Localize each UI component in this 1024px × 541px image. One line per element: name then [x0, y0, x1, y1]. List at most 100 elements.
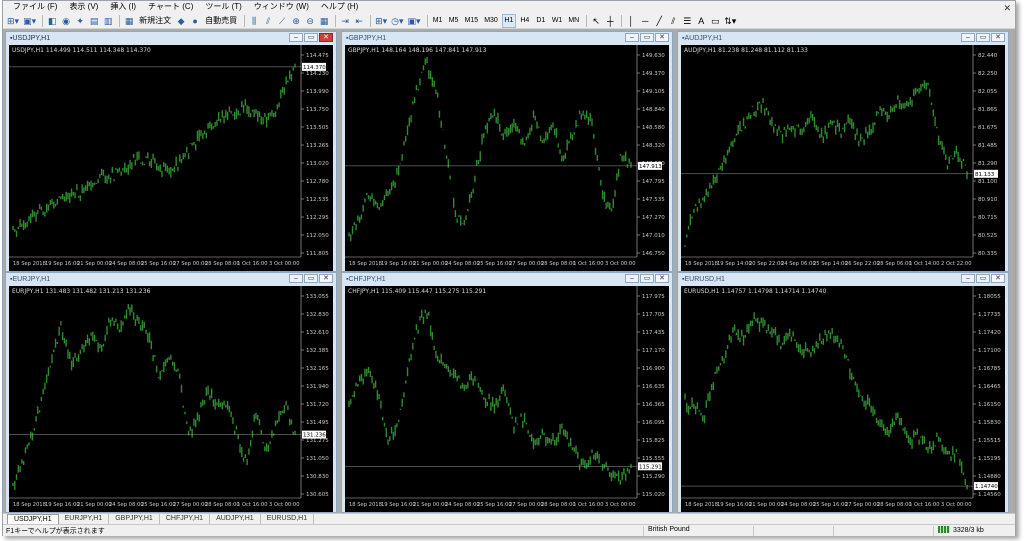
- navigator-icon[interactable]: ✦: [74, 14, 86, 28]
- data-window-icon[interactable]: ◉: [60, 14, 72, 28]
- close-icon[interactable]: ✕: [319, 274, 333, 283]
- chart-titlebar[interactable]: ▪ USDJPY,H1: [6, 32, 336, 44]
- timeframe-h4[interactable]: H4: [518, 14, 532, 28]
- timeframe-m1[interactable]: M1: [431, 14, 445, 28]
- restore-icon[interactable]: ▭: [304, 274, 318, 283]
- terminal-icon[interactable]: ▤: [88, 14, 100, 28]
- auto-trading-button[interactable]: 自動売買: [203, 14, 239, 28]
- timeframe-m15[interactable]: M15: [463, 14, 481, 28]
- horizontal-line-icon[interactable]: ─: [639, 14, 651, 28]
- new-chart-icon[interactable]: ⊞▾: [6, 14, 20, 28]
- timeframe-m30[interactable]: M30: [482, 14, 500, 28]
- tab-eurusd[interactable]: EURUSD,H1: [261, 514, 315, 524]
- price-chart[interactable]: 114.475 114.230 113.990 113.750 113.505 113.2…: [9, 45, 333, 271]
- price-chart[interactable]: 1.18055 1.17735 1.17420 1.17100 1.16785 1.164…: [681, 286, 1005, 512]
- chart-svg: 114.475 114.230 113.990 113.750 113.505 113.2…: [9, 45, 329, 267]
- chart-window-eurusd[interactable]: ▪ EURUSD,H1– ▭ ✕ 1.18055 1.17735 1.17420 1.171…: [677, 272, 1009, 513]
- tab-gbpjpy[interactable]: GBPJPY,H1: [109, 514, 160, 524]
- periods-icon[interactable]: ◷▾: [390, 14, 404, 28]
- minimize-icon[interactable]: –: [289, 274, 303, 283]
- templates-icon[interactable]: ▣▾: [407, 14, 422, 28]
- time-tick-label: 21 Sep 00:00: [77, 502, 112, 508]
- equidistant-channel-icon[interactable]: ⫽: [667, 14, 679, 28]
- restore-icon[interactable]: ▭: [976, 33, 990, 42]
- bar-chart-icon[interactable]: ⫼: [248, 14, 260, 28]
- market-watch-icon[interactable]: ◧: [46, 14, 58, 28]
- cursor-icon[interactable]: ↖: [590, 14, 602, 28]
- timeframe-w1[interactable]: W1: [550, 14, 565, 28]
- profiles-icon[interactable]: ▣▾: [22, 14, 37, 28]
- candlestick-icon[interactable]: ⫽: [262, 14, 274, 28]
- restore-icon[interactable]: ▭: [640, 33, 654, 42]
- close-icon[interactable]: ✕: [319, 33, 333, 42]
- price-chart[interactable]: 133.055 132.830 132.610 132.385 132.165 131.9…: [9, 286, 333, 512]
- chart-window-audjpy[interactable]: ▪ AUDJPY,H1– ▭ ✕ 82.440 82.250 82.055 81.865 81…: [677, 31, 1009, 272]
- chart-titlebar[interactable]: ▪ AUDJPY,H1: [678, 32, 1008, 44]
- tab-usdjpy[interactable]: USDJPY,H1: [7, 514, 59, 524]
- chart-window-eurjpy[interactable]: ▪ EURJPY,H1– ▭ ✕ 133.055 132.830 132.610 132.3…: [5, 272, 337, 513]
- auto-trading-icon[interactable]: ●: [189, 14, 201, 28]
- chart-window-chfjpy[interactable]: ▪ CHFJPY,H1– ▭ ✕ 117.975 117.705 117.435 117.1…: [341, 272, 673, 513]
- text-tool-icon[interactable]: A: [695, 14, 707, 28]
- toolbar-divider: [621, 14, 623, 27]
- menu-tools[interactable]: ツール (T): [199, 1, 247, 13]
- minimize-icon[interactable]: –: [961, 33, 975, 42]
- close-icon[interactable]: ✕: [991, 33, 1005, 42]
- chart-shift-icon[interactable]: ⇤: [353, 14, 365, 28]
- zoom-in-icon[interactable]: ⊕: [290, 14, 302, 28]
- timeframe-m5[interactable]: M5: [447, 14, 461, 28]
- menu-charts[interactable]: チャート (C): [142, 1, 199, 13]
- price-tick-label: 116.900: [642, 366, 665, 372]
- tab-chfjpy[interactable]: CHFJPY,H1: [160, 514, 211, 524]
- metaeditor-icon[interactable]: ◆: [175, 14, 187, 28]
- price-tick-label: 115.290: [642, 474, 665, 480]
- autoscroll-icon[interactable]: ⇥: [339, 14, 351, 28]
- zoom-out-icon[interactable]: ⊖: [304, 14, 316, 28]
- price-chart[interactable]: 117.975 117.705 117.435 117.170 116.900 116.6…: [345, 286, 669, 512]
- menu-insert[interactable]: 挿入 (I): [104, 1, 142, 13]
- minimize-icon[interactable]: –: [625, 33, 639, 42]
- vertical-line-icon[interactable]: │: [625, 14, 637, 28]
- new-order-button[interactable]: 新規注文: [137, 14, 173, 28]
- arrows-tool-icon[interactable]: ⇅▾: [723, 14, 737, 28]
- label-tool-icon[interactable]: ▭: [709, 14, 721, 28]
- chart-window-usdjpy[interactable]: ▪ USDJPY,H1– ▭ ✕ 114.475 114.230 113.990 113.7…: [5, 31, 337, 272]
- minimize-icon[interactable]: –: [289, 33, 303, 42]
- menu-window[interactable]: ウィンドウ (W): [248, 1, 315, 13]
- chart-titlebar[interactable]: ▪ GBPJPY,H1: [342, 32, 672, 44]
- trendline-icon[interactable]: ╱: [653, 14, 665, 28]
- fibonacci-icon[interactable]: ☰: [681, 14, 693, 28]
- tab-eurjpy[interactable]: EURJPY,H1: [59, 514, 110, 524]
- minimize-icon[interactable]: –: [625, 274, 639, 283]
- restore-icon[interactable]: ▭: [640, 274, 654, 283]
- tile-windows-icon[interactable]: ▦: [318, 14, 330, 28]
- chart-titlebar[interactable]: ▪ CHFJPY,H1: [342, 273, 672, 285]
- strategy-tester-icon[interactable]: ▥: [102, 14, 114, 28]
- tab-audjpy[interactable]: AUDJPY,H1: [210, 514, 261, 524]
- close-icon[interactable]: ✕: [1003, 3, 1011, 14]
- new-order-icon[interactable]: ▦: [123, 14, 135, 28]
- restore-icon[interactable]: ▭: [976, 274, 990, 283]
- price-tick-label: 147.270: [642, 215, 665, 221]
- restore-icon[interactable]: ▭: [304, 33, 318, 42]
- close-icon[interactable]: ✕: [655, 33, 669, 42]
- indicators-icon[interactable]: ⊞▾: [374, 14, 388, 28]
- timeframe-mn[interactable]: MN: [566, 14, 581, 28]
- timeframe-h1[interactable]: H1: [501, 13, 516, 28]
- minimize-icon[interactable]: –: [961, 274, 975, 283]
- chart-titlebar[interactable]: ▪ EURUSD,H1: [678, 273, 1008, 285]
- crosshair-icon[interactable]: ┼: [604, 14, 616, 28]
- line-chart-icon[interactable]: ⟋: [276, 14, 288, 28]
- timeframe-d1[interactable]: D1: [534, 14, 548, 28]
- current-price-label: 147.913: [639, 164, 662, 170]
- chart-window-gbpjpy[interactable]: ▪ GBPJPY,H1– ▭ ✕ 149.630 149.370 149.105 148.8…: [341, 31, 673, 272]
- menu-help[interactable]: ヘルプ (H): [315, 1, 364, 13]
- price-chart[interactable]: 149.630 149.370 149.105 148.840 148.580 148.3…: [345, 45, 669, 271]
- close-icon[interactable]: ✕: [991, 274, 1005, 283]
- price-chart[interactable]: 82.440 82.250 82.055 81.865 81.675 81.485 81.2…: [681, 45, 1005, 271]
- menu-file[interactable]: ファイル (F): [7, 1, 63, 13]
- chart-titlebar[interactable]: ▪ EURJPY,H1: [6, 273, 336, 285]
- close-icon[interactable]: ✕: [655, 274, 669, 283]
- price-tick-label: 131.495: [306, 420, 329, 426]
- menu-view[interactable]: 表示 (V): [63, 1, 104, 13]
